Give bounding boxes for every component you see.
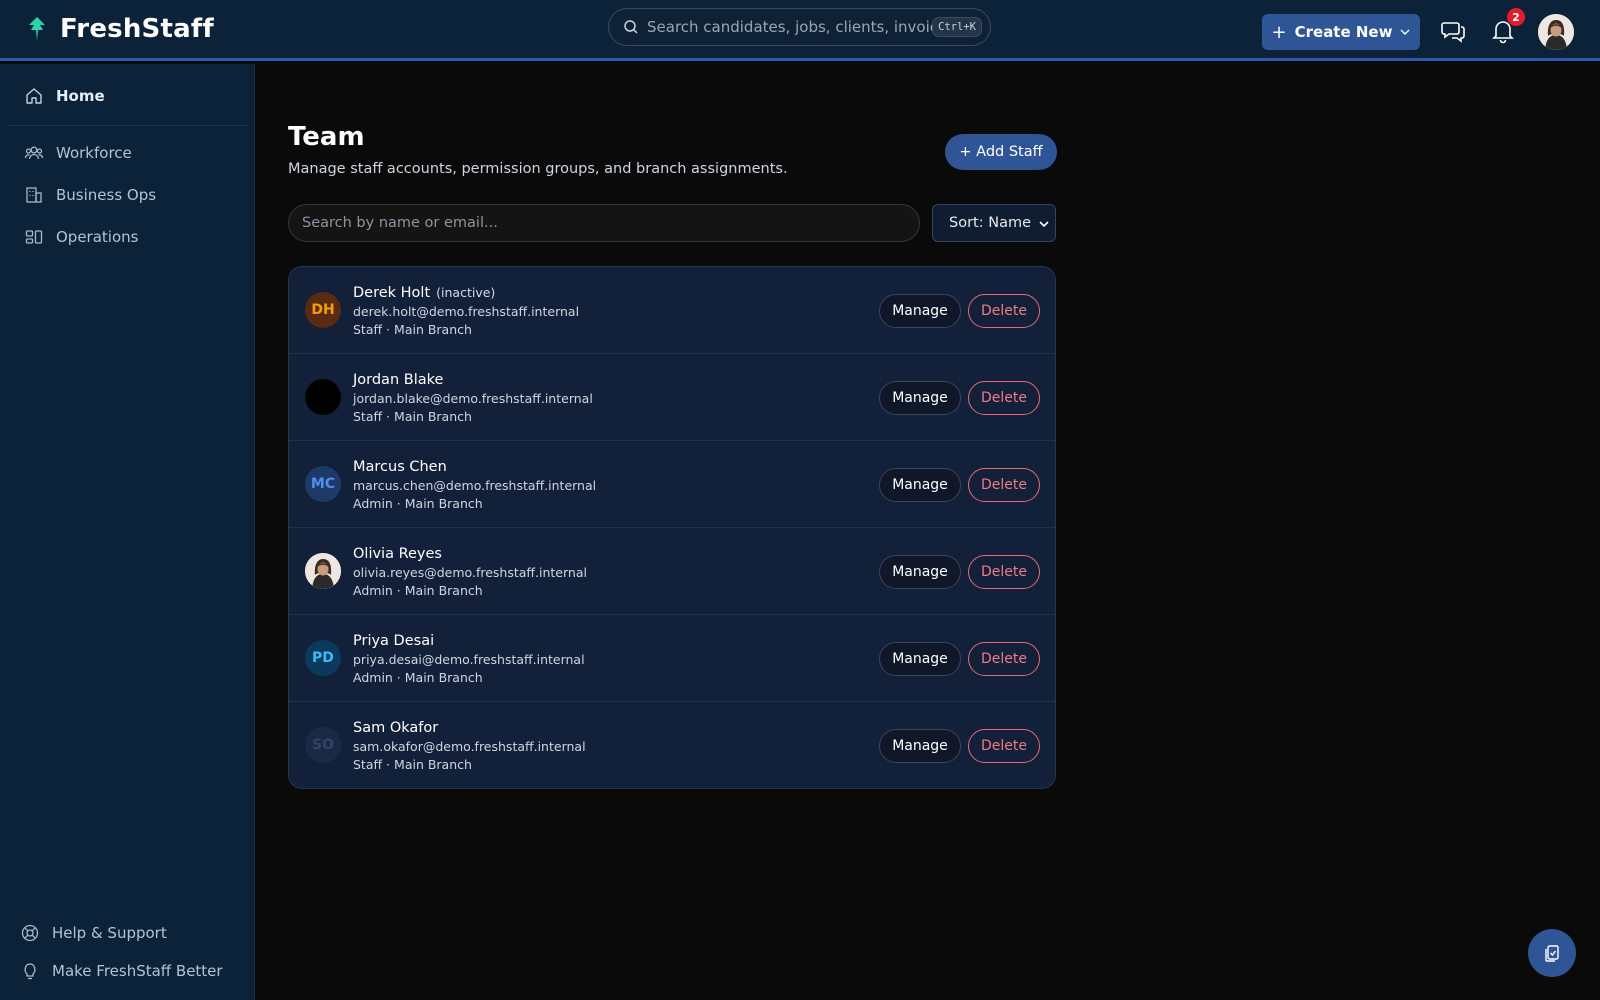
avatar (305, 379, 341, 415)
sidebar: Home Workforce Business Ops Operations H… (0, 64, 255, 1000)
staff-name: Jordan Blake (353, 372, 443, 388)
layout-icon (25, 230, 43, 244)
manage-button[interactable]: Manage (879, 642, 961, 676)
manage-button[interactable]: Manage (879, 294, 961, 328)
sidebar-item-home[interactable]: Home (24, 86, 105, 106)
clipboard-check-icon (1545, 945, 1559, 962)
sidebar-item-label: Make FreshStaff Better (52, 962, 223, 980)
staff-name: Olivia Reyes (353, 546, 442, 562)
staff-role-branch: Admin · Main Branch (353, 583, 483, 598)
staff-email: derek.holt@demo.freshstaff.internal (353, 304, 580, 319)
sidebar-item-workforce[interactable]: Workforce (24, 143, 132, 163)
sidebar-item-operations[interactable]: Operations (24, 227, 138, 247)
staff-role-branch: Staff · Main Branch (353, 757, 472, 772)
building-icon (26, 187, 42, 203)
sidebar-item-help-support[interactable]: Help & Support (20, 923, 167, 943)
sidebar-item-label: Operations (56, 228, 139, 246)
status-badge: (inactive) (436, 285, 496, 300)
staff-email: jordan.blake@demo.freshstaff.internal (353, 391, 593, 406)
staff-name: Marcus Chen (353, 459, 447, 475)
user-avatar[interactable] (1538, 14, 1574, 50)
sort-select-value: Sort: Name (949, 215, 1031, 231)
home-icon (26, 88, 42, 104)
delete-button[interactable]: Delete (968, 381, 1040, 415)
sidebar-item-label: Home (56, 87, 105, 105)
staff-name-text: Sam Okafor (353, 720, 439, 736)
staff-name-text: Derek Holt (353, 285, 431, 301)
global-search[interactable]: Ctrl+K (608, 8, 991, 46)
avatar: DH (305, 292, 341, 328)
sidebar-divider (8, 125, 248, 126)
staff-email: priya.desai@demo.freshstaff.internal (353, 652, 585, 667)
avatar (305, 553, 341, 589)
chevron-down-icon (1039, 221, 1049, 228)
user-photo-icon (305, 553, 341, 589)
table-row: DH Derek Holt (inactive) derek.holt@demo.… (289, 267, 1055, 354)
staff-role-branch: Admin · Main Branch (353, 670, 483, 685)
app-logo[interactable]: FreshStaff (26, 14, 214, 44)
table-row: PD Priya Desai priya.desai@demo.freshsta… (289, 615, 1055, 702)
sidebar-item-label: Business Ops (56, 186, 157, 204)
create-new-label: Create New (1294, 23, 1393, 41)
staff-email: sam.okafor@demo.freshstaff.internal (353, 739, 586, 754)
manage-button[interactable]: Manage (879, 729, 961, 763)
manage-button[interactable]: Manage (879, 555, 961, 589)
shortcut-hint: Ctrl+K (932, 17, 982, 37)
sidebar-item-business-ops[interactable]: Business Ops (24, 185, 156, 205)
avatar: MC (305, 466, 341, 502)
page-subtitle: Manage staff accounts, permission groups… (288, 161, 788, 177)
table-row: Olivia Reyes olivia.reyes@demo.freshstaf… (289, 528, 1055, 615)
manage-button[interactable]: Manage (879, 468, 961, 502)
delete-button[interactable]: Delete (968, 555, 1040, 589)
delete-button[interactable]: Delete (968, 729, 1040, 763)
page-title: Team (288, 122, 365, 152)
avatar: PD (305, 640, 341, 676)
staff-role-branch: Staff · Main Branch (353, 409, 472, 424)
leaf-logo-icon (29, 17, 45, 41)
global-search-input[interactable] (647, 18, 935, 36)
lifebuoy-icon (21, 924, 39, 942)
notification-badge: 2 (1507, 8, 1525, 26)
delete-button[interactable]: Delete (968, 294, 1040, 328)
staff-name: Sam Okafor (353, 720, 438, 736)
app-name: FreshStaff (60, 14, 214, 44)
plus-icon: + (1271, 21, 1287, 43)
user-photo-icon (1538, 14, 1574, 50)
staff-name: Derek Holt (inactive) (353, 285, 495, 301)
messages-icon[interactable] (1441, 18, 1467, 44)
table-row: MC Marcus Chen marcus.chen@demo.freshsta… (289, 441, 1055, 528)
staff-search-input[interactable] (288, 204, 920, 242)
delete-button[interactable]: Delete (968, 468, 1040, 502)
lightbulb-icon (24, 963, 36, 980)
sidebar-item-feedback[interactable]: Make FreshStaff Better (20, 961, 223, 981)
users-icon (24, 146, 44, 160)
staff-email: olivia.reyes@demo.freshstaff.internal (353, 565, 587, 580)
sidebar-item-label: Help & Support (52, 924, 167, 942)
staff-name-text: Jordan Blake (353, 372, 444, 388)
table-row: Jordan Blake jordan.blake@demo.freshstaf… (289, 354, 1055, 441)
add-staff-button[interactable]: + Add Staff (945, 134, 1057, 170)
search-icon (624, 20, 638, 34)
team-list: DH Derek Holt (inactive) derek.holt@demo.… (288, 266, 1056, 789)
manage-button[interactable]: Manage (879, 381, 961, 415)
table-row: SO Sam Okafor sam.okafor@demo.freshstaff… (289, 702, 1055, 788)
sidebar-item-label: Workforce (56, 144, 132, 162)
create-new-button[interactable]: + Create New (1262, 14, 1420, 50)
staff-name-text: Priya Desai (353, 633, 435, 649)
tasks-fab-button[interactable] (1528, 929, 1576, 977)
avatar: SO (305, 727, 341, 763)
chevron-down-icon (1400, 29, 1410, 35)
staff-role-branch: Admin · Main Branch (353, 496, 483, 511)
staff-name-text: Olivia Reyes (353, 546, 442, 562)
staff-name-text: Marcus Chen (353, 459, 447, 475)
staff-name: Priya Desai (353, 633, 434, 649)
delete-button[interactable]: Delete (968, 642, 1040, 676)
top-bar: FreshStaff Ctrl+K + Create New 2 (0, 0, 1600, 61)
sort-select[interactable]: Sort: Name (932, 204, 1056, 242)
staff-role-branch: Staff · Main Branch (353, 322, 472, 337)
staff-email: marcus.chen@demo.freshstaff.internal (353, 478, 597, 493)
